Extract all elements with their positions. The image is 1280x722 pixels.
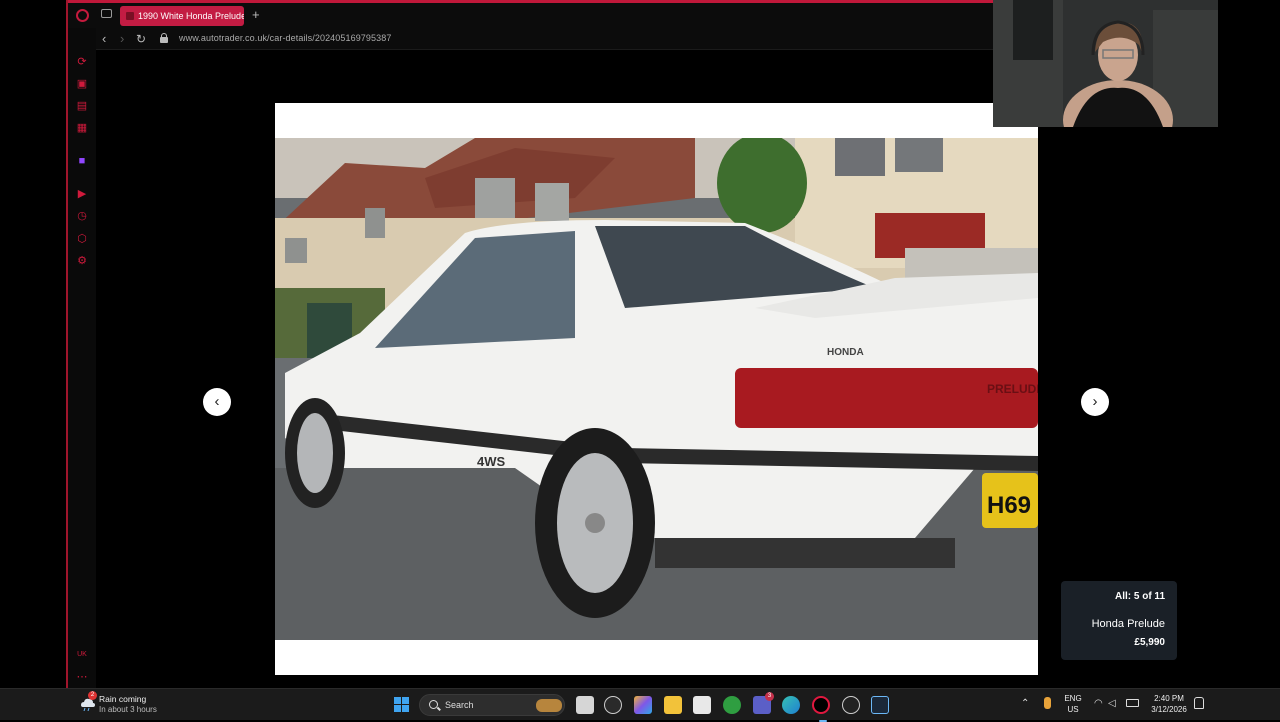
- sidebar-accent-line: [66, 0, 68, 690]
- bag-icon[interactable]: ▣: [76, 78, 88, 90]
- task-view-icon[interactable]: [576, 696, 594, 714]
- car-photo: 4WS HONDA PRELUDE H69: [275, 138, 1038, 640]
- twitch-icon[interactable]: ■: [76, 155, 88, 167]
- history-icon[interactable]: ◷: [76, 210, 88, 222]
- copilot-icon[interactable]: [634, 696, 652, 714]
- file-explorer-icon[interactable]: [664, 696, 682, 714]
- lock-icon[interactable]: [160, 33, 168, 43]
- language-top[interactable]: ENG: [1064, 694, 1082, 703]
- more-icon[interactable]: ⋯: [76, 671, 88, 683]
- uk-icon[interactable]: UK: [76, 649, 88, 661]
- search-label: Search: [445, 700, 474, 710]
- microphone-icon[interactable]: [1044, 697, 1051, 709]
- settings-icon[interactable]: ⚙: [76, 255, 88, 267]
- language-bottom[interactable]: US: [1064, 705, 1082, 714]
- search-icon: [429, 700, 438, 709]
- opera-gx-icon[interactable]: [812, 696, 830, 722]
- tab-active[interactable]: 1990 White Honda Prelude: [120, 6, 244, 26]
- tab-islands-icon[interactable]: [101, 9, 112, 18]
- notifications-icon[interactable]: [1194, 697, 1204, 709]
- steam-icon[interactable]: [871, 696, 889, 714]
- chat-icon[interactable]: ▤: [76, 100, 88, 112]
- store-icon[interactable]: [693, 696, 711, 714]
- weather-badge: 2: [88, 691, 97, 700]
- taskbar-search[interactable]: Search: [419, 694, 565, 716]
- forward-icon[interactable]: ›: [120, 31, 124, 47]
- player-icon[interactable]: ▶: [76, 188, 88, 200]
- new-tab-icon[interactable]: +: [252, 7, 260, 23]
- webcam-overlay: [993, 0, 1218, 127]
- url-field[interactable]: www.autotrader.co.uk/car-details/2024051…: [179, 33, 391, 43]
- chatgpt-icon[interactable]: [842, 696, 860, 714]
- photo-frame: 4WS HONDA PRELUDE H69: [275, 103, 1038, 675]
- dell-icon[interactable]: [604, 696, 622, 714]
- car-prelude-badge: PRELUDE: [987, 382, 1038, 396]
- teams-badge: 3: [765, 692, 774, 701]
- xbox-icon[interactable]: [723, 696, 741, 714]
- car-photo-illustration: 4WS HONDA PRELUDE H69: [275, 138, 1038, 640]
- listing-title: Honda Prelude: [1091, 618, 1165, 630]
- weather-subtitle[interactable]: In about 3 hours: [99, 705, 157, 714]
- next-image-button[interactable]: ›: [1081, 388, 1109, 416]
- volume-icon[interactable]: ◁: [1108, 698, 1116, 709]
- tab-bar: 1990 White Honda Prelude +: [68, 0, 993, 28]
- listing-price: £5,990: [1134, 637, 1165, 648]
- battery-icon[interactable]: [1126, 699, 1139, 707]
- back-icon[interactable]: ‹: [102, 31, 106, 47]
- search-highlight-icon: [536, 699, 562, 712]
- car-4ws-badge: 4WS: [477, 454, 506, 469]
- browser-sidebar: ⟳ ▣ ▤ ▦ ■ ▶ ◷ ⬡ ⚙ UK ⋯: [68, 0, 96, 690]
- opera-logo-icon[interactable]: [76, 9, 89, 22]
- wifi-icon[interactable]: ◠: [1094, 698, 1103, 709]
- loop-icon[interactable]: ⟳: [76, 56, 88, 68]
- prev-image-button[interactable]: ‹: [203, 388, 231, 416]
- windows-start-icon[interactable]: [394, 697, 410, 713]
- messenger-icon[interactable]: ▦: [76, 122, 88, 134]
- autotrader-favicon-icon: [126, 12, 134, 20]
- tray-overflow-icon[interactable]: ⌃: [1021, 698, 1029, 709]
- reload-icon[interactable]: ↻: [136, 31, 146, 47]
- car-honda-badge: HONDA: [827, 347, 864, 358]
- edge-icon[interactable]: [782, 696, 800, 714]
- address-bar: ‹ › ↻ www.autotrader.co.uk/car-details/2…: [96, 28, 993, 50]
- image-counter[interactable]: All: 5 of 11: [1115, 591, 1165, 602]
- clock-time[interactable]: 2:40 PM: [1148, 694, 1190, 703]
- listing-info-card: All: 5 of 11 Honda Prelude £5,990: [1061, 581, 1177, 660]
- webcam-person-image: [993, 0, 1218, 127]
- windows-taskbar: 2 Rain coming In about 3 hours Search 3 …: [0, 688, 1280, 722]
- tab-title: 1990 White Honda Prelude: [138, 11, 244, 21]
- weather-title[interactable]: Rain coming: [99, 694, 146, 704]
- clock-date[interactable]: 3/12/2026: [1146, 705, 1192, 714]
- car-plate-text: H69: [987, 492, 1031, 519]
- extensions-icon[interactable]: ⬡: [76, 233, 88, 245]
